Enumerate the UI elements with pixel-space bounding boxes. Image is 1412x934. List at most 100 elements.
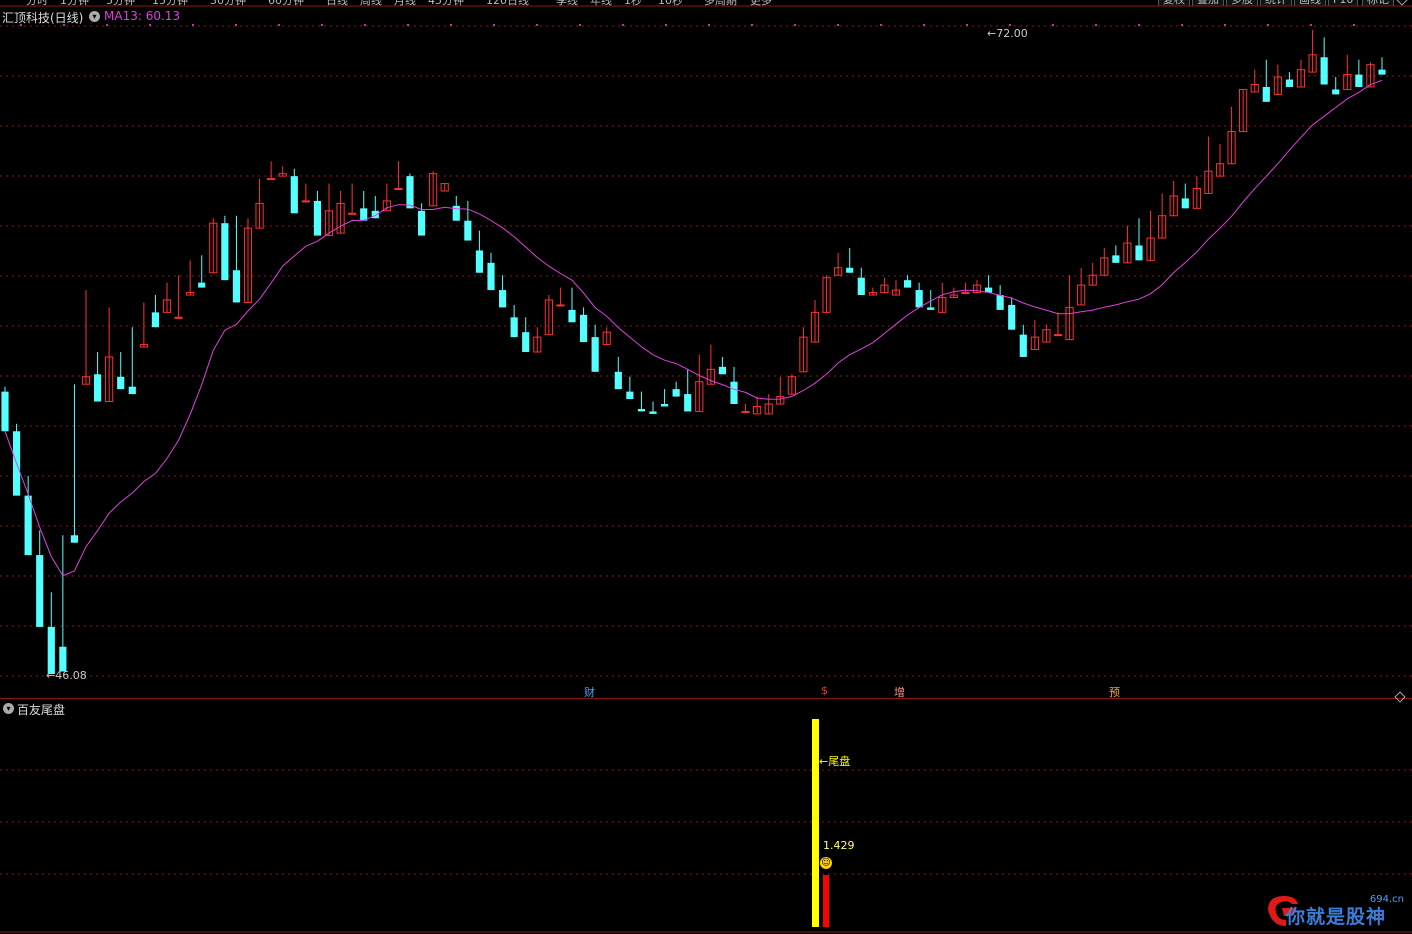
watermark-slogan: 你就是股神 xyxy=(1286,906,1387,928)
marker-dot xyxy=(20,24,22,26)
candle-body-down xyxy=(475,250,484,273)
marker-dot xyxy=(278,24,280,26)
marker-dot xyxy=(493,24,495,26)
marker-dot xyxy=(1267,24,1269,26)
candle-body-up xyxy=(267,178,276,181)
ma13-line xyxy=(4,79,1383,577)
marker-dot xyxy=(450,24,452,26)
candle-body-down xyxy=(1378,69,1386,75)
low-arrow-icon: ← xyxy=(46,669,56,682)
candle-body-down xyxy=(1181,198,1189,209)
low-price-value: 46.08 xyxy=(55,669,87,682)
candle-body-down xyxy=(406,176,414,209)
candle-body-down xyxy=(1320,57,1328,85)
candle-body-down xyxy=(718,366,727,375)
candle-body-down xyxy=(128,386,136,395)
marker-dot xyxy=(536,24,538,26)
candle-body-down xyxy=(1112,255,1120,263)
candle-body-up xyxy=(174,316,183,319)
marker-dot xyxy=(1181,24,1183,26)
indicator-value: 1.429 xyxy=(823,839,855,852)
marker-dot xyxy=(1310,24,1312,26)
marker-dot xyxy=(1224,24,1226,26)
candle-body-down xyxy=(568,309,576,323)
candle-body-down xyxy=(198,282,206,288)
candle-body-up xyxy=(301,200,310,203)
high-price-label: ←72.00 xyxy=(987,27,1028,40)
candle-body-down xyxy=(487,262,495,291)
smiley-icon: ☺ xyxy=(820,857,832,869)
candle-body-up xyxy=(394,188,403,191)
candle-body-down xyxy=(637,408,646,412)
candle-body-down xyxy=(591,337,599,372)
candle-body-up xyxy=(348,212,357,215)
candle-body-up xyxy=(556,304,565,307)
candle-body-down xyxy=(24,495,32,556)
marker-dot xyxy=(364,24,366,26)
candle-body-down xyxy=(510,317,518,338)
marker-dot xyxy=(1095,24,1097,26)
candle-body-down xyxy=(684,394,692,412)
marker-dot xyxy=(923,24,925,26)
candle-body-down xyxy=(36,555,44,627)
marker-dot xyxy=(622,24,624,26)
signal-bar xyxy=(812,719,819,927)
marker-dot xyxy=(321,24,323,26)
candle-body-down xyxy=(1008,304,1016,330)
signal-text: 尾盘 xyxy=(828,755,851,768)
candle-body-down xyxy=(117,376,125,390)
candle-body-down xyxy=(927,307,935,310)
marker-dot xyxy=(63,24,65,26)
marker-dot xyxy=(407,24,409,26)
signal-label: ←尾盘 xyxy=(819,753,850,769)
candle-body-down xyxy=(290,176,298,214)
low-price-label: ←46.08 xyxy=(46,669,87,682)
candle-body-down xyxy=(59,646,67,672)
candle-body-down xyxy=(464,220,472,241)
candle-body-down xyxy=(846,267,854,273)
high-price-value: 72.00 xyxy=(996,27,1028,40)
candle-body-down xyxy=(1019,334,1027,357)
marker-dot xyxy=(794,24,796,26)
candle-body-down xyxy=(313,200,322,236)
candle-body-down xyxy=(47,626,55,674)
candle-body-up xyxy=(961,292,970,295)
candle-body-down xyxy=(498,290,507,308)
candle-body-down xyxy=(417,210,426,236)
candle-body-down xyxy=(730,381,738,405)
signal-arrow-icon: ← xyxy=(819,755,829,768)
marker-dot xyxy=(665,24,667,26)
candle-body-down xyxy=(614,371,622,390)
candle-body-down xyxy=(221,223,229,281)
candle-body-down xyxy=(1,391,9,432)
candlestick-chart[interactable] xyxy=(0,0,1412,700)
candle-body-down xyxy=(626,391,634,400)
candle-body-down xyxy=(857,277,865,296)
marker-dot xyxy=(751,24,753,26)
marker-dot xyxy=(880,24,882,26)
candle-body-down xyxy=(903,280,912,288)
candle-body-down xyxy=(1135,245,1143,261)
candle-body-down xyxy=(522,332,530,352)
marker-dot xyxy=(966,24,968,26)
marker-dot xyxy=(579,24,581,26)
value-bar xyxy=(823,875,829,927)
marker-dot xyxy=(192,24,194,26)
candle-body-down xyxy=(232,270,241,303)
marker-dot xyxy=(1009,24,1011,26)
indicator-chart[interactable] xyxy=(0,700,1412,934)
candle-body-down xyxy=(996,295,1004,310)
candle-body-down xyxy=(93,374,102,402)
candle-body-down xyxy=(579,314,588,343)
candle-body-down xyxy=(1262,86,1270,102)
high-arrow-icon: ← xyxy=(987,27,997,40)
event-marker-dollar[interactable]: $ xyxy=(821,684,828,697)
candle-body-down xyxy=(672,389,680,397)
candle-body-up xyxy=(741,410,750,413)
candle-body-down xyxy=(660,404,669,407)
panel-divider[interactable] xyxy=(0,698,1412,699)
candle-body-down xyxy=(1285,79,1294,87)
marker-dot xyxy=(708,24,710,26)
marker-dot xyxy=(1353,24,1355,26)
marker-dot xyxy=(149,24,151,26)
